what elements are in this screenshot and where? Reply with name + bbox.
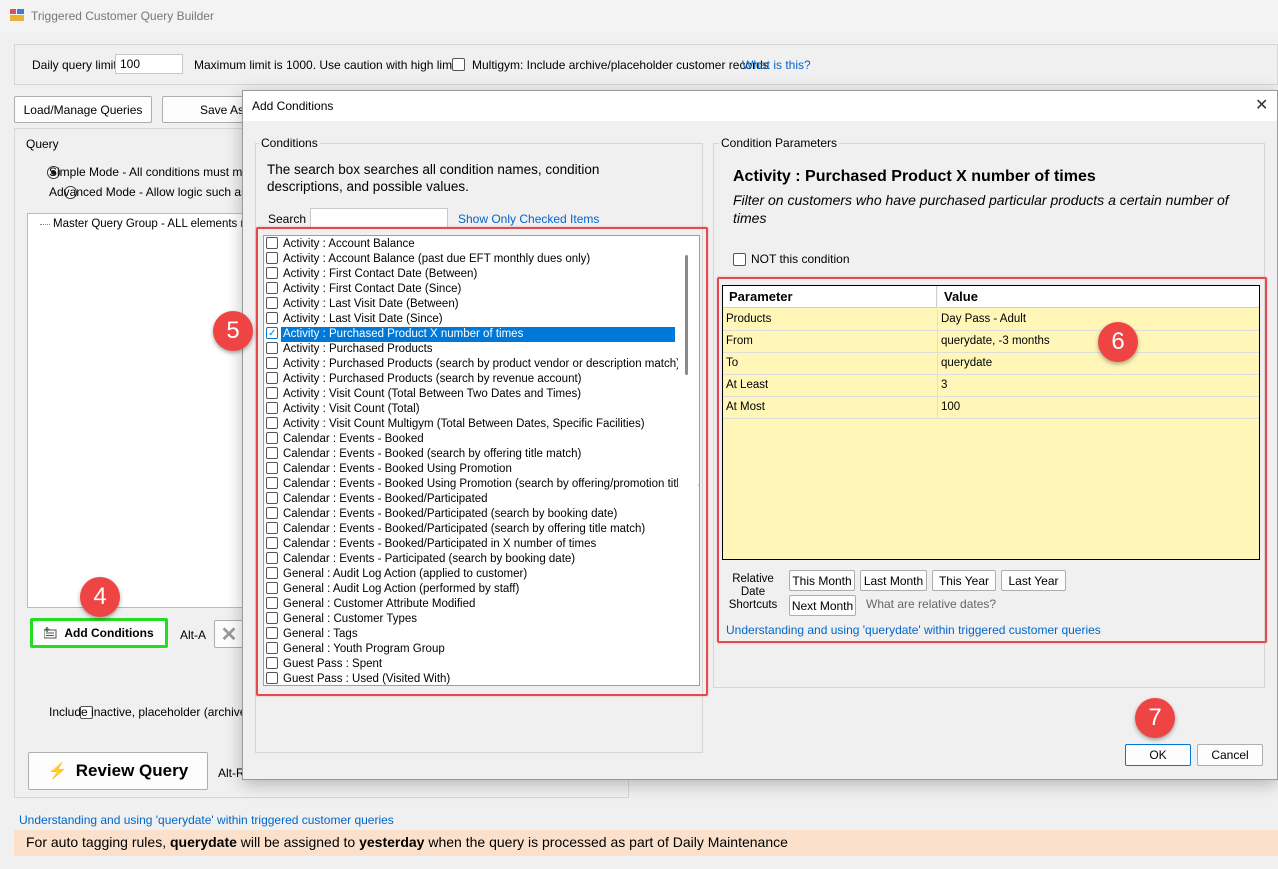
remove-x-icon: ✕ xyxy=(220,623,238,646)
cancel-button[interactable]: Cancel xyxy=(1197,744,1263,766)
add-shortcut-hint: Alt-A xyxy=(180,628,207,642)
search-label: Search xyxy=(268,212,307,226)
simple-mode-label: Simple Mode - All conditions must match xyxy=(49,165,266,179)
note-text: For auto tagging rules, xyxy=(26,834,170,850)
multigym-checkbox[interactable] xyxy=(452,58,465,72)
conditions-group-label: Conditions xyxy=(259,136,320,150)
condition-search-input[interactable] xyxy=(310,208,448,228)
lightning-icon: ⚡ xyxy=(47,763,68,780)
max-limit-note: Maximum limit is 1000. Use caution with … xyxy=(194,58,465,72)
multigym-label: Multigym: Include archive/placeholder cu… xyxy=(472,58,769,72)
params-group-label: Condition Parameters xyxy=(719,136,840,150)
step-badge-5: 5 xyxy=(213,311,253,351)
note-yesterday: yesterday xyxy=(359,834,425,850)
add-list-icon xyxy=(44,627,57,639)
auto-tagging-note: For auto tagging rules, querydate will b… xyxy=(14,830,1278,856)
annotation-box-conditions xyxy=(256,227,708,696)
review-query-button[interactable]: ⚡ Review Query xyxy=(28,752,208,790)
review-shortcut-hint: Alt-R xyxy=(218,766,245,780)
selected-condition-description: Filter on customers who have purchased p… xyxy=(733,192,1229,226)
daily-limit-input[interactable] xyxy=(115,54,183,74)
query-group-label: Query xyxy=(24,137,61,151)
dialog-titlebar xyxy=(243,91,1277,121)
note-text-end: when the query is processed as part of D… xyxy=(424,834,788,850)
selected-condition-title: Activity : Purchased Product X number of… xyxy=(733,168,1096,185)
remove-condition-button[interactable]: ✕ xyxy=(214,620,244,648)
ok-button[interactable]: OK xyxy=(1125,744,1191,766)
annotation-box-parameters xyxy=(717,277,1267,643)
querydate-help-link[interactable]: Understanding and using 'querydate' with… xyxy=(19,813,394,827)
daily-limit-label: Daily query limit xyxy=(32,58,117,72)
advanced-mode-label: Advanced Mode - Allow logic such as AN xyxy=(49,185,267,199)
tree-root-node[interactable]: Master Query Group - ALL elements mus xyxy=(53,218,262,230)
close-icon[interactable]: ✕ xyxy=(1255,95,1268,115)
show-only-checked-link[interactable]: Show Only Checked Items xyxy=(458,212,599,226)
step-badge-7: 7 xyxy=(1135,698,1175,738)
dialog-title: Add Conditions xyxy=(252,99,334,113)
what-is-this-link[interactable]: What is this? xyxy=(742,58,811,72)
query-tree[interactable] xyxy=(27,213,247,608)
search-help-text: The search box searches all condition na… xyxy=(267,162,600,194)
note-text-mid: will be assigned to xyxy=(236,834,360,850)
not-condition-checkbox[interactable] xyxy=(733,253,746,267)
load-manage-queries-button[interactable]: Load/Manage Queries xyxy=(14,96,152,123)
review-query-label: Review Query xyxy=(75,761,189,780)
tree-connector xyxy=(40,224,50,225)
add-conditions-label: Add Conditions xyxy=(64,626,154,640)
step-badge-4: 4 xyxy=(80,577,120,617)
step-badge-6: 6 xyxy=(1098,322,1138,362)
include-inactive-label: Include inactive, placeholder (archived)… xyxy=(49,705,267,719)
not-condition-label: NOT this condition xyxy=(751,252,850,266)
app-icon xyxy=(10,9,24,21)
note-querydate: querydate xyxy=(169,834,237,850)
add-conditions-button[interactable]: Add Conditions xyxy=(30,618,168,648)
window-title: Triggered Customer Query Builder xyxy=(31,9,214,23)
